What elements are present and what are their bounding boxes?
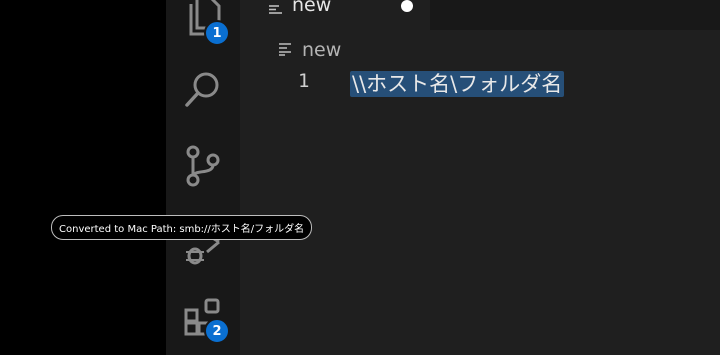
window: 1 2 new new 1 \\ホスト名\フォルダ名 Converted to … [0,0,720,355]
source-control-icon [185,144,221,188]
breadcrumb-label: new [302,39,342,61]
explorer-badge: 1 [204,20,230,46]
activity-explorer[interactable]: 1 [166,0,240,46]
code-line[interactable]: \\ホスト名\フォルダ名 [350,68,565,98]
selected-text[interactable]: \\ホスト名\フォルダ名 [350,71,565,97]
unsaved-dot-icon[interactable] [401,0,413,12]
activity-source-control[interactable] [166,138,240,194]
activity-bar: 1 2 [166,0,240,355]
line-number: 1 [298,70,310,92]
tab-new[interactable]: new [240,0,430,30]
extensions-badge: 2 [204,318,230,344]
breadcrumb[interactable]: new [278,39,341,61]
activity-search[interactable] [166,62,240,118]
lines-icon [268,2,284,21]
tooltip: Converted to Mac Path: smb://ホスト名/フォルダ名 [51,215,313,240]
window-margin [0,0,166,355]
tab-bar: new [240,0,720,30]
search-icon [183,69,223,111]
activity-extensions[interactable]: 2 [166,292,240,348]
lines-icon [278,41,294,60]
editor-area: new new 1 \\ホスト名\フォルダ名 [240,0,720,355]
tab-title: new [292,0,332,16]
